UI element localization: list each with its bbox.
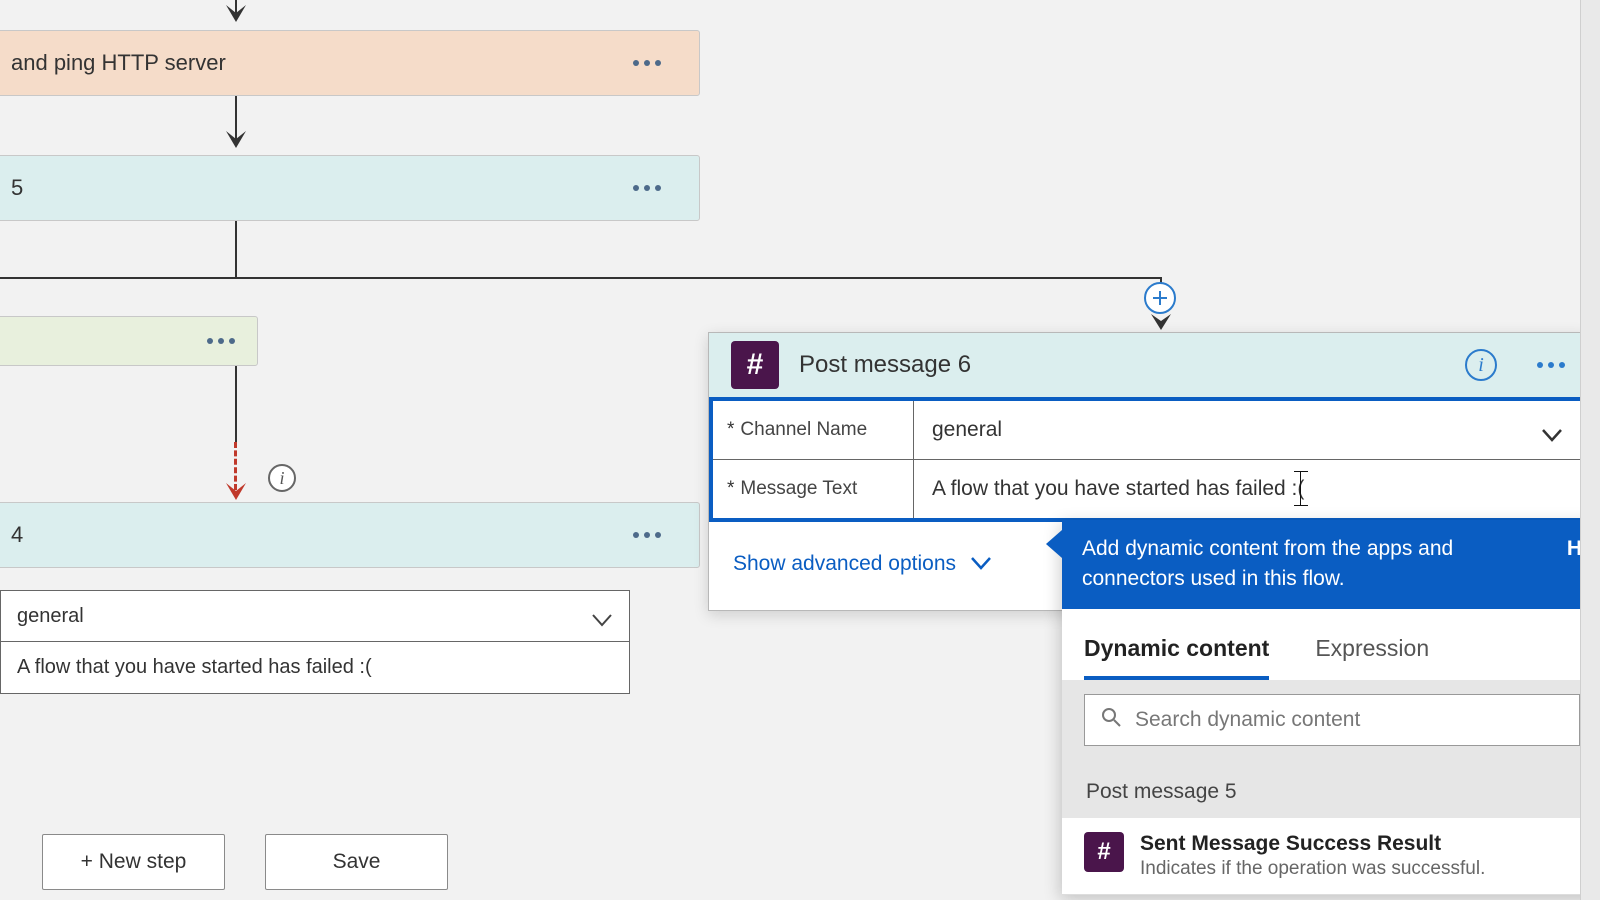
message-input-left[interactable]: A flow that you have started has failed … [0, 642, 630, 694]
card-menu-icon[interactable] [207, 338, 235, 344]
save-button[interactable]: Save [265, 834, 448, 890]
message-text-input[interactable]: A flow that you have started has failed … [913, 460, 1583, 518]
action-card-http-title: and ping HTTP server [11, 50, 226, 76]
dynamic-content-tabs: Dynamic content Expression [1062, 609, 1600, 680]
message-text-label: *Message Text [713, 460, 913, 518]
condition-branch-card[interactable] [0, 316, 258, 366]
message-text-value: A flow that you have started has failed … [932, 477, 1304, 500]
add-action-button[interactable] [1144, 282, 1176, 314]
dynamic-content-item-desc: Indicates if the operation was successfu… [1140, 858, 1485, 880]
post-message-body: *Channel Name general *Message Text A fl… [709, 397, 1587, 522]
show-advanced-options-label: Show advanced options [733, 552, 956, 576]
callout-arrow-icon [1046, 530, 1062, 558]
dynamic-content-group-header: Post message 5 [1062, 766, 1600, 818]
action-card-http[interactable]: and ping HTTP server [0, 30, 700, 96]
search-icon [1101, 707, 1121, 733]
tab-dynamic-content[interactable]: Dynamic content [1084, 619, 1269, 680]
post-message-header[interactable]: # Post message 6 i [709, 333, 1587, 397]
message-input-left-value: A flow that you have started has failed … [17, 656, 372, 679]
post-message-title: Post message 6 [799, 351, 1445, 379]
card-menu-icon[interactable] [633, 60, 661, 66]
card-menu-icon[interactable] [633, 185, 661, 191]
info-icon[interactable]: i [268, 464, 296, 492]
channel-name-label: *Channel Name [713, 401, 913, 459]
chevron-down-icon [1541, 424, 1561, 436]
dynamic-content-tip-text: Add dynamic content from the apps and co… [1082, 534, 1553, 595]
channel-name-select[interactable]: general [913, 401, 1583, 459]
action-card-4-body: general A flow that you have started has… [0, 572, 700, 757]
dynamic-content-tip: Add dynamic content from the apps and co… [1062, 520, 1600, 609]
new-step-button-label: + New step [81, 850, 187, 874]
connector-line [0, 277, 1162, 279]
dynamic-content-item[interactable]: # Sent Message Success Result Indicates … [1062, 818, 1600, 895]
dynamic-content-search-placeholder: Search dynamic content [1135, 708, 1360, 732]
slack-icon: # [1084, 832, 1124, 872]
arrow-down-icon [223, 2, 249, 33]
designer-footer: + New step Save [42, 834, 448, 890]
save-button-label: Save [333, 850, 381, 874]
connector-line [235, 366, 237, 442]
chevron-down-icon [591, 610, 611, 622]
action-card-5[interactable]: 5 [0, 155, 700, 221]
card-menu-icon[interactable] [633, 532, 661, 538]
card-menu-icon[interactable] [1537, 362, 1565, 368]
advanced-options-left[interactable]: s [0, 716, 630, 739]
action-card-5-title: 5 [11, 175, 23, 201]
info-icon[interactable]: i [1465, 349, 1497, 381]
tab-expression-label: Expression [1315, 635, 1429, 661]
action-card-4[interactable]: 4 [0, 502, 700, 568]
connector-line [235, 221, 237, 279]
chevron-down-icon [970, 552, 992, 576]
new-step-button[interactable]: + New step [42, 834, 225, 890]
channel-select-left-value: general [17, 605, 84, 628]
scrollbar[interactable] [1580, 0, 1600, 900]
dynamic-content-search[interactable]: Search dynamic content [1084, 694, 1580, 746]
dynamic-content-item-title: Sent Message Success Result [1140, 832, 1485, 856]
tab-expression[interactable]: Expression [1315, 619, 1429, 680]
tab-dynamic-content-label: Dynamic content [1084, 635, 1269, 661]
channel-select-left[interactable]: general [0, 590, 630, 642]
action-card-4-title: 4 [11, 522, 23, 548]
channel-name-value: general [932, 418, 1002, 442]
slack-icon: # [731, 341, 779, 389]
dynamic-content-panel: Add dynamic content from the apps and co… [1062, 520, 1600, 895]
